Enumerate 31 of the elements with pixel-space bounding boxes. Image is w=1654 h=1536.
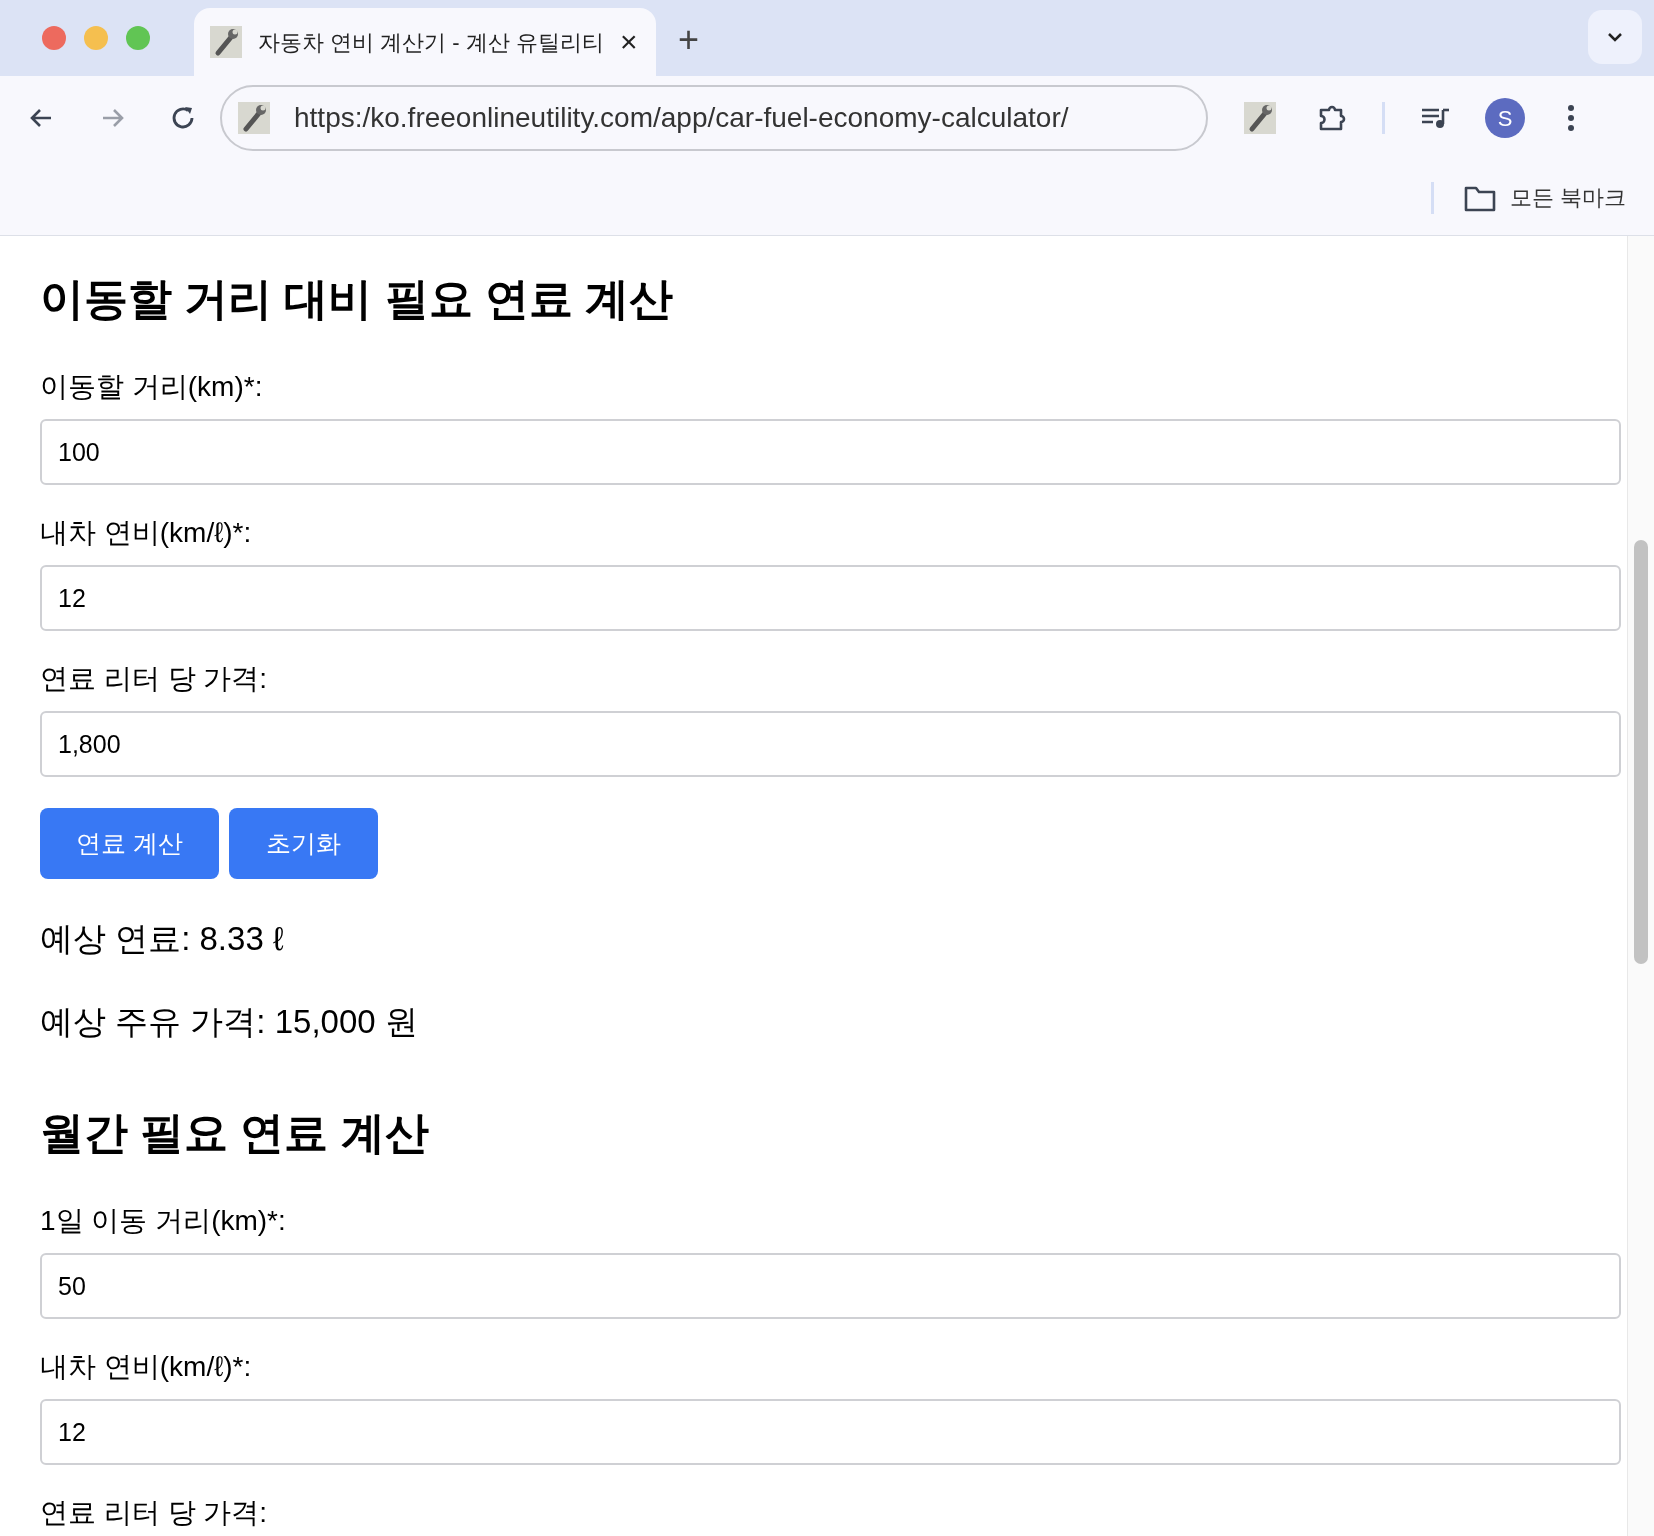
field-label: 내차 연비(km/ℓ)*: xyxy=(40,1350,253,1384)
section-heading: 이동할 거리 대비 필요 연료 계산 xyxy=(40,273,675,325)
wrench-icon xyxy=(210,26,242,58)
tab-title: 자동차 연비 계산기 - 계산 유틸리티 xyxy=(258,28,604,57)
new-tab-button[interactable]: + xyxy=(678,22,700,58)
input-field[interactable]: 12 xyxy=(40,1399,1621,1465)
section-heading: 월간 필요 연료 계산 xyxy=(40,1107,430,1159)
field-label: 1일 이동 거리(km)*: xyxy=(40,1204,287,1238)
action-button[interactable]: 초기화 xyxy=(229,808,378,879)
field-label: 내차 연비(km/ℓ)*: xyxy=(40,516,253,550)
action-button[interactable]: 연료 계산 xyxy=(40,808,219,879)
profile-avatar[interactable]: S xyxy=(1485,98,1525,138)
input-field[interactable]: 12 xyxy=(40,565,1621,631)
field-label: 연료 리터 당 가격: xyxy=(40,1496,269,1530)
address-bar[interactable]: https:/ko.freeonlineutility.com/app/car-fuel-economy-calculator/ xyxy=(220,85,1208,151)
field-label: 이동할 거리(km)*: xyxy=(40,370,264,404)
close-tab-button[interactable]: × xyxy=(619,27,638,57)
input-field[interactable]: 1,800 xyxy=(40,711,1621,777)
wrench-icon[interactable] xyxy=(1244,102,1276,134)
field-label: 연료 리터 당 가격: xyxy=(40,662,269,696)
more-options-icon[interactable] xyxy=(1567,103,1575,133)
browser-tab[interactable]: 자동차 연비 계산기 - 계산 유틸리티 × xyxy=(194,8,656,76)
bookmarks-label[interactable]: 모든 북마크 xyxy=(1509,181,1626,214)
input-field[interactable]: 100 xyxy=(40,419,1621,485)
input-field[interactable]: 50 xyxy=(40,1253,1621,1319)
url-text: https:/ko.freeonlineutility.com/app/car-fuel-economy-calculator/ xyxy=(294,101,1069,135)
result-text: 예상 연료: 8.33 ℓ xyxy=(40,919,285,959)
wrench-icon xyxy=(238,102,270,134)
scrollbar-thumb[interactable] xyxy=(1634,540,1648,964)
scrollbar[interactable] xyxy=(1627,236,1654,1536)
result-text: 예상 주유 가격: 15,000 원 xyxy=(40,1002,419,1042)
